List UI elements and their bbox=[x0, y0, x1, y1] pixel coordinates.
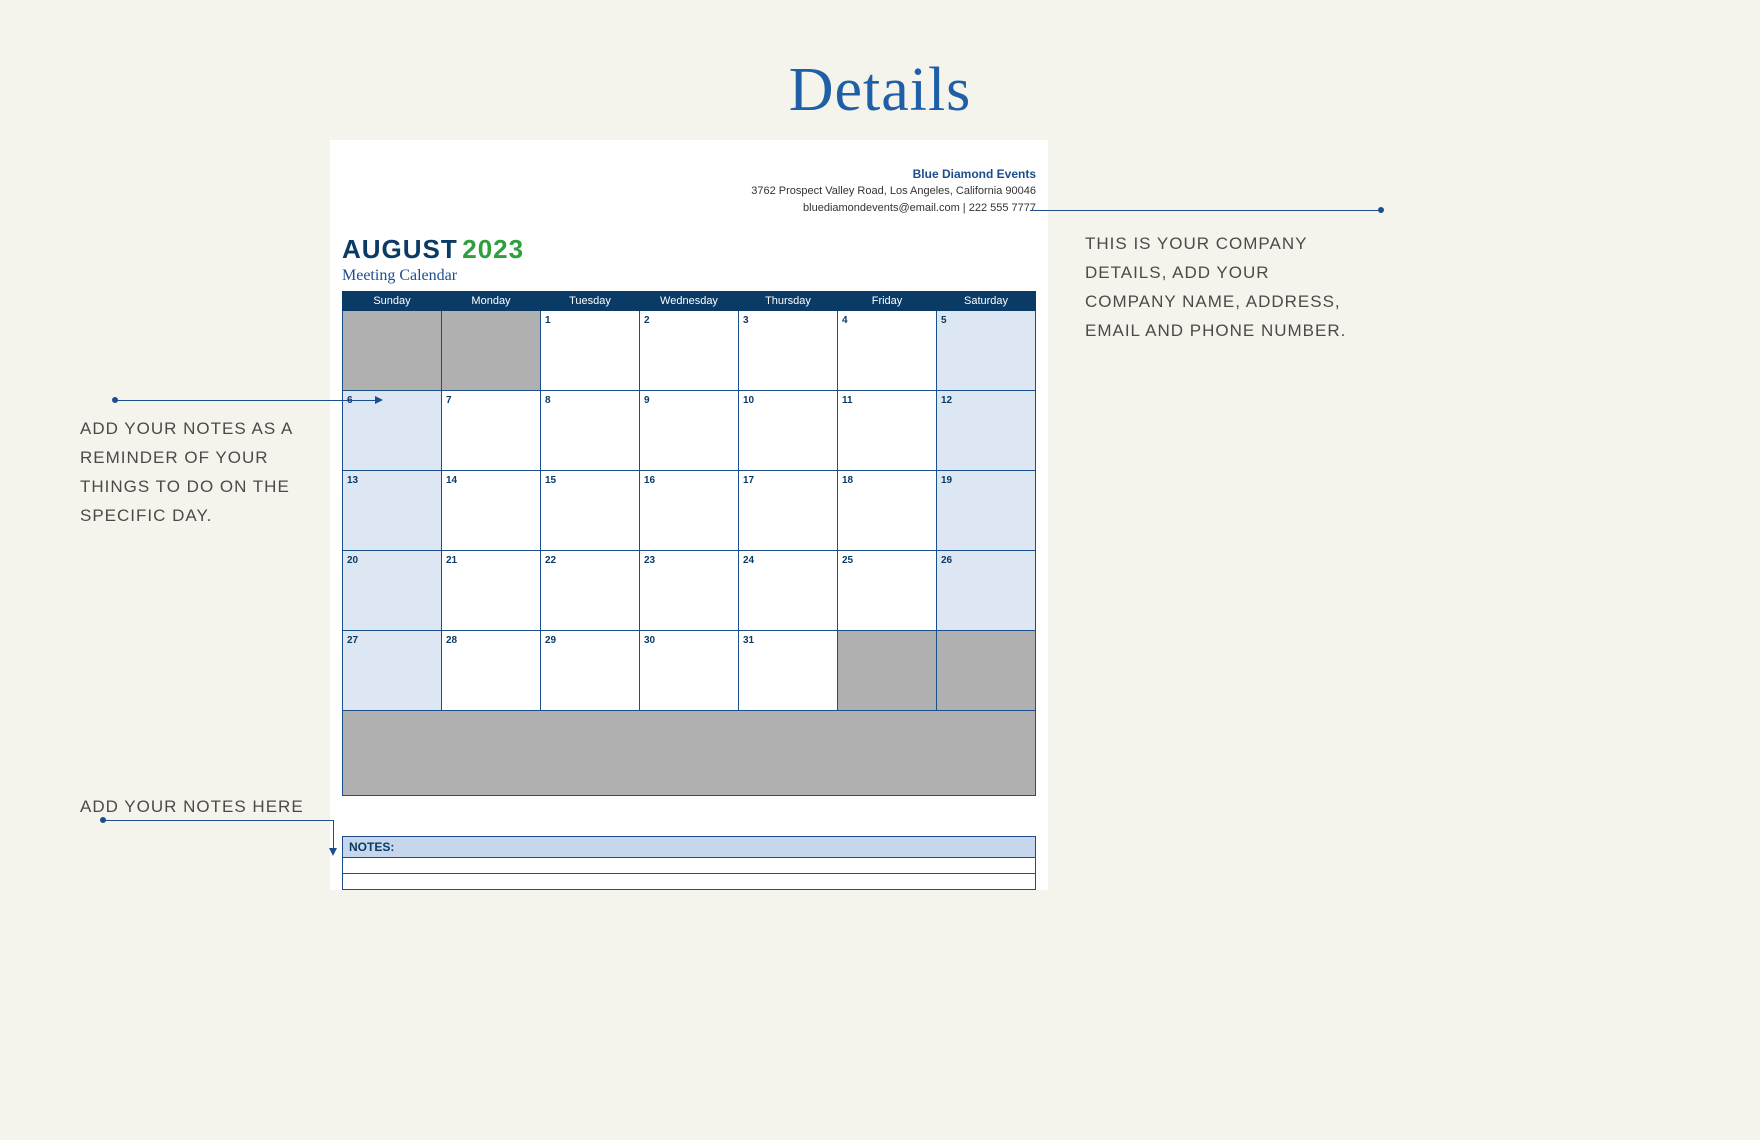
callout-arrow-icon bbox=[329, 848, 337, 856]
company-details: Blue Diamond Events 3762 Prospect Valley… bbox=[330, 165, 1048, 216]
calendar-cell[interactable]: 28 bbox=[442, 631, 541, 711]
callout-dot bbox=[1378, 207, 1384, 213]
calendar-cell[interactable]: 21 bbox=[442, 551, 541, 631]
callout-line bbox=[103, 820, 333, 821]
calendar-cell[interactable] bbox=[442, 311, 541, 391]
calendar-cell[interactable]: 2 bbox=[640, 311, 739, 391]
day-header: Sunday bbox=[343, 292, 442, 311]
company-contact: bluediamondevents@email.com | 222 555 77… bbox=[330, 200, 1036, 217]
calendar-cell[interactable]: 11 bbox=[838, 391, 937, 471]
company-name: Blue Diamond Events bbox=[330, 165, 1036, 183]
calendar-cell[interactable]: 8 bbox=[541, 391, 640, 471]
callout-dot bbox=[100, 817, 106, 823]
calendar-cell[interactable]: 19 bbox=[937, 471, 1036, 551]
calendar-cell[interactable]: 25 bbox=[838, 551, 937, 631]
calendar-cell[interactable]: 13 bbox=[343, 471, 442, 551]
month-header: AUGUST 2023 bbox=[330, 216, 1048, 267]
page-title: Details bbox=[0, 0, 1760, 126]
calendar-cell[interactable]: 12 bbox=[937, 391, 1036, 471]
calendar-cell[interactable] bbox=[838, 631, 937, 711]
callout-dot bbox=[112, 397, 118, 403]
calendar-cell[interactable]: 16 bbox=[640, 471, 739, 551]
notes-section: NOTES: bbox=[342, 836, 1036, 890]
notes-line bbox=[342, 858, 1036, 874]
calendar-overflow-area bbox=[342, 711, 1036, 796]
notes-header: NOTES: bbox=[342, 836, 1036, 858]
calendar-cell[interactable]: 18 bbox=[838, 471, 937, 551]
month-label: AUGUST bbox=[342, 234, 458, 264]
calendar-cell[interactable]: 29 bbox=[541, 631, 640, 711]
calendar-cell[interactable]: 24 bbox=[739, 551, 838, 631]
year-label: 2023 bbox=[462, 234, 524, 264]
calendar-cell[interactable]: 30 bbox=[640, 631, 739, 711]
annotation-day-notes: ADD YOUR NOTES AS A REMINDER OF YOUR THI… bbox=[80, 415, 300, 531]
calendar-cell[interactable] bbox=[937, 631, 1036, 711]
day-header: Friday bbox=[838, 292, 937, 311]
calendar-grid: SundayMondayTuesdayWednesdayThursdayFrid… bbox=[342, 291, 1036, 711]
calendar-cell[interactable]: 17 bbox=[739, 471, 838, 551]
company-address: 3762 Prospect Valley Road, Los Angeles, … bbox=[330, 183, 1036, 200]
calendar-cell[interactable]: 9 bbox=[640, 391, 739, 471]
calendar-cell[interactable]: 26 bbox=[937, 551, 1036, 631]
calendar-cell[interactable]: 31 bbox=[739, 631, 838, 711]
calendar-cell[interactable]: 10 bbox=[739, 391, 838, 471]
callout-arrow-icon bbox=[375, 396, 383, 404]
annotation-company: THIS IS YOUR COMPANY DETAILS, ADD YOUR C… bbox=[1085, 230, 1365, 346]
calendar-cell[interactable]: 20 bbox=[343, 551, 442, 631]
calendar-cell[interactable]: 14 bbox=[442, 471, 541, 551]
annotation-notes: ADD YOUR NOTES HERE bbox=[80, 793, 304, 822]
callout-line bbox=[1030, 210, 1378, 211]
callout-line bbox=[333, 820, 334, 850]
calendar-cell[interactable]: 6 bbox=[343, 391, 442, 471]
callout-line bbox=[115, 400, 380, 401]
calendar-cell[interactable]: 22 bbox=[541, 551, 640, 631]
calendar-cell[interactable]: 3 bbox=[739, 311, 838, 391]
day-header: Thursday bbox=[739, 292, 838, 311]
calendar-subtitle: Meeting Calendar bbox=[330, 267, 1048, 291]
calendar-cell[interactable] bbox=[343, 311, 442, 391]
day-header: Monday bbox=[442, 292, 541, 311]
calendar-cell[interactable]: 15 bbox=[541, 471, 640, 551]
day-header: Tuesday bbox=[541, 292, 640, 311]
calendar-cell[interactable]: 27 bbox=[343, 631, 442, 711]
day-header: Saturday bbox=[937, 292, 1036, 311]
calendar-cell[interactable]: 4 bbox=[838, 311, 937, 391]
calendar-cell[interactable]: 1 bbox=[541, 311, 640, 391]
calendar-document: Blue Diamond Events 3762 Prospect Valley… bbox=[330, 140, 1048, 890]
calendar-cell[interactable]: 23 bbox=[640, 551, 739, 631]
notes-line bbox=[342, 874, 1036, 890]
day-header: Wednesday bbox=[640, 292, 739, 311]
calendar-cell[interactable]: 5 bbox=[937, 311, 1036, 391]
calendar-cell[interactable]: 7 bbox=[442, 391, 541, 471]
